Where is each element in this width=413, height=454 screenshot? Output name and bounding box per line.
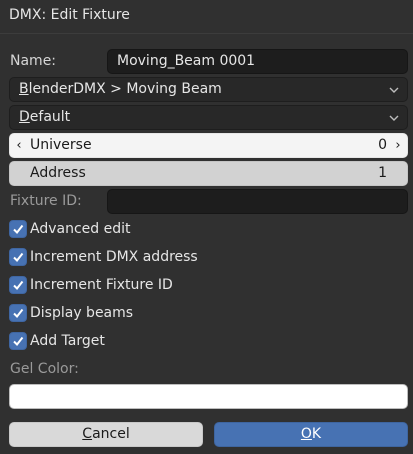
ok-button[interactable]: OK xyxy=(214,422,408,447)
checkmark-icon xyxy=(13,280,24,291)
universe-field[interactable]: ‹ Universe 0 › xyxy=(9,133,408,158)
address-field[interactable]: Address 1 xyxy=(9,161,408,186)
checkmark-icon xyxy=(13,336,24,347)
checkmark-icon xyxy=(13,308,24,319)
chevron-down-icon xyxy=(389,115,399,121)
chevron-right-icon[interactable]: › xyxy=(391,134,405,157)
chevron-down-icon xyxy=(389,87,399,93)
name-input[interactable]: Moving_Beam 0001 xyxy=(107,49,408,74)
add-target-label: Add Target xyxy=(30,333,105,349)
name-input-value: Moving_Beam 0001 xyxy=(117,53,256,69)
checkbox-box[interactable] xyxy=(9,276,27,294)
address-label: Address xyxy=(30,165,86,181)
profile-dropdown-value: BlenderDMX > Moving Beam xyxy=(19,81,222,97)
display-beams-label: Display beams xyxy=(30,305,134,321)
fixture-id-label: Fixture ID: xyxy=(10,193,82,209)
universe-value: 0 xyxy=(378,137,387,153)
gel-color-swatch[interactable] xyxy=(9,384,408,409)
dialog-title: DMX: Edit Fixture xyxy=(9,7,130,23)
title-separator xyxy=(0,33,413,34)
checkmark-icon xyxy=(13,224,24,235)
checkbox-box[interactable] xyxy=(9,248,27,266)
checkmark-icon xyxy=(13,252,24,263)
fixture-id-input[interactable] xyxy=(107,189,408,214)
advanced-edit-label: Advanced edit xyxy=(30,221,131,237)
address-value: 1 xyxy=(378,165,387,181)
universe-label: Universe xyxy=(30,137,92,153)
checkbox-box[interactable] xyxy=(9,220,27,238)
increment-dmx-address-label: Increment DMX address xyxy=(30,249,198,265)
increment-fixture-id-label: Increment Fixture ID xyxy=(30,277,173,293)
checkbox-box[interactable] xyxy=(9,332,27,350)
edit-fixture-dialog: DMX: Edit Fixture Name: Moving_Beam 0001… xyxy=(0,0,413,454)
mode-dropdown-value: Default xyxy=(19,109,71,125)
profile-dropdown[interactable]: BlenderDMX > Moving Beam xyxy=(9,77,408,102)
mode-dropdown[interactable]: Default xyxy=(9,105,408,130)
name-label: Name: xyxy=(10,53,57,69)
checkbox-box[interactable] xyxy=(9,304,27,322)
cancel-button[interactable]: Cancel xyxy=(9,422,203,447)
chevron-left-icon[interactable]: ‹ xyxy=(12,134,26,157)
gel-color-label: Gel Color: xyxy=(10,361,79,377)
